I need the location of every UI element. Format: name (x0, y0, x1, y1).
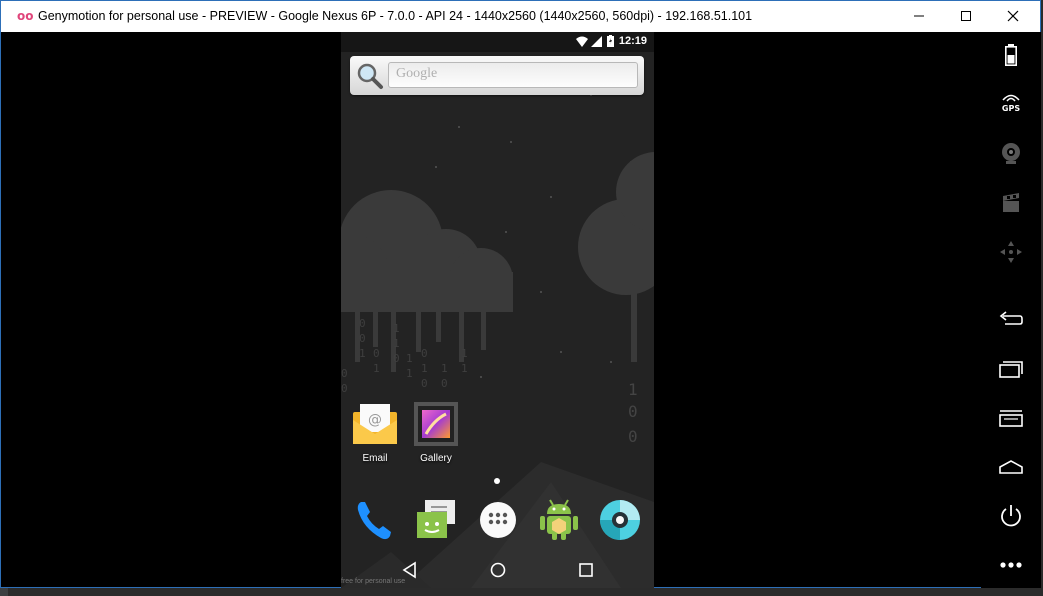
nav-back-button[interactable] (398, 560, 422, 580)
title-bar[interactable]: oo Genymotion for personal use - PREVIEW… (1, 1, 1040, 32)
app-drawer-icon (480, 502, 516, 538)
app-label-email: Email (362, 453, 388, 464)
media-icon (1003, 193, 1019, 212)
media-button[interactable] (981, 183, 1041, 223)
more-button[interactable] (981, 545, 1041, 585)
search-icon (357, 63, 383, 89)
close-button[interactable] (990, 1, 1036, 32)
dock-api-demos[interactable] (537, 498, 581, 542)
svg-text:1: 1 (393, 337, 400, 350)
dock-camera[interactable] (598, 498, 642, 542)
webcam-icon (1002, 143, 1020, 164)
more-icon (1000, 562, 1022, 568)
close-icon (1007, 10, 1019, 22)
svg-text:0: 0 (341, 382, 348, 395)
svg-text:0: 0 (393, 352, 400, 365)
window-title: Genymotion for personal use - PREVIEW - … (38, 9, 753, 23)
webcam-button[interactable] (981, 133, 1041, 173)
signal-icon (591, 36, 602, 47)
minimize-button[interactable] (896, 1, 942, 32)
svg-text:@: @ (368, 412, 382, 428)
recent-apps-icon (999, 361, 1023, 378)
svg-text:0: 0 (441, 377, 448, 390)
dpad-icon (1000, 241, 1022, 263)
menu-icon (999, 410, 1023, 427)
phone-icon (357, 502, 391, 540)
recents-square-icon (579, 563, 593, 577)
genymotion-logo: oo (17, 9, 34, 23)
app-label-gallery: Gallery (420, 453, 452, 464)
messaging-icon (417, 500, 455, 538)
svg-text:0: 0 (341, 367, 348, 380)
svg-text:1: 1 (393, 322, 400, 335)
search-input[interactable]: Google (388, 62, 638, 88)
dock-messaging[interactable] (413, 498, 457, 542)
svg-text:1: 1 (373, 362, 380, 375)
genymotion-toolbar: GPS (981, 32, 1041, 588)
email-icon: @ (353, 404, 397, 444)
emulator-window: oo Genymotion for personal use - PREVIEW… (0, 0, 1041, 588)
home-icon (999, 460, 1023, 474)
google-search-widget[interactable]: Google (350, 56, 644, 95)
camera-icon (600, 500, 640, 540)
page-indicator (494, 478, 500, 484)
battery-status-icon (607, 35, 614, 47)
nav-home-button[interactable] (486, 560, 510, 580)
svg-text:0: 0 (421, 347, 428, 360)
nav-recents-button[interactable] (574, 560, 598, 580)
svg-text:1: 1 (359, 347, 366, 360)
svg-text:0: 0 (628, 402, 638, 421)
back-triangle-icon (402, 561, 416, 579)
wifi-icon (576, 36, 588, 47)
svg-text:1: 1 (461, 362, 468, 375)
recent-apps-button[interactable] (981, 349, 1041, 389)
back-button[interactable] (981, 299, 1041, 339)
svg-text:1: 1 (461, 347, 468, 360)
power-icon (1001, 505, 1021, 527)
status-bar: 12:19 (341, 32, 654, 52)
svg-text:0: 0 (359, 332, 366, 345)
search-placeholder: Google (396, 66, 438, 81)
svg-text:1: 1 (421, 362, 428, 375)
svg-text:1: 1 (628, 380, 638, 399)
svg-text:0: 0 (373, 347, 380, 360)
device-screen[interactable]: 001 01 110 11 010 10 11 00 100 12:19 Goo… (341, 32, 654, 588)
svg-text:1: 1 (441, 362, 448, 375)
maximize-icon (961, 11, 971, 21)
dock-phone[interactable] (353, 498, 397, 542)
api-demos-icon (540, 499, 578, 540)
status-clock: 12:19 (618, 35, 647, 47)
gallery-icon (414, 402, 458, 446)
home-circle-icon (490, 562, 506, 578)
maximize-button[interactable] (943, 1, 989, 32)
watermark: free for personal use (341, 578, 406, 585)
gps-label: GPS (1001, 104, 1021, 113)
gps-button[interactable]: GPS (981, 84, 1041, 124)
svg-text:1: 1 (406, 352, 413, 365)
svg-text:0: 0 (628, 427, 638, 446)
svg-text:1: 1 (406, 367, 413, 380)
dock-app-drawer[interactable] (476, 498, 520, 542)
gps-icon (1002, 94, 1020, 102)
power-button[interactable] (981, 496, 1041, 536)
menu-button[interactable] (981, 398, 1041, 438)
dpad-button[interactable] (981, 232, 1041, 272)
minimize-icon (914, 15, 924, 17)
home-button[interactable] (981, 447, 1041, 487)
battery-icon (1005, 44, 1017, 66)
battery-button[interactable] (981, 35, 1041, 75)
back-icon (999, 311, 1023, 325)
svg-text:0: 0 (359, 317, 366, 330)
svg-text:0: 0 (421, 377, 428, 390)
